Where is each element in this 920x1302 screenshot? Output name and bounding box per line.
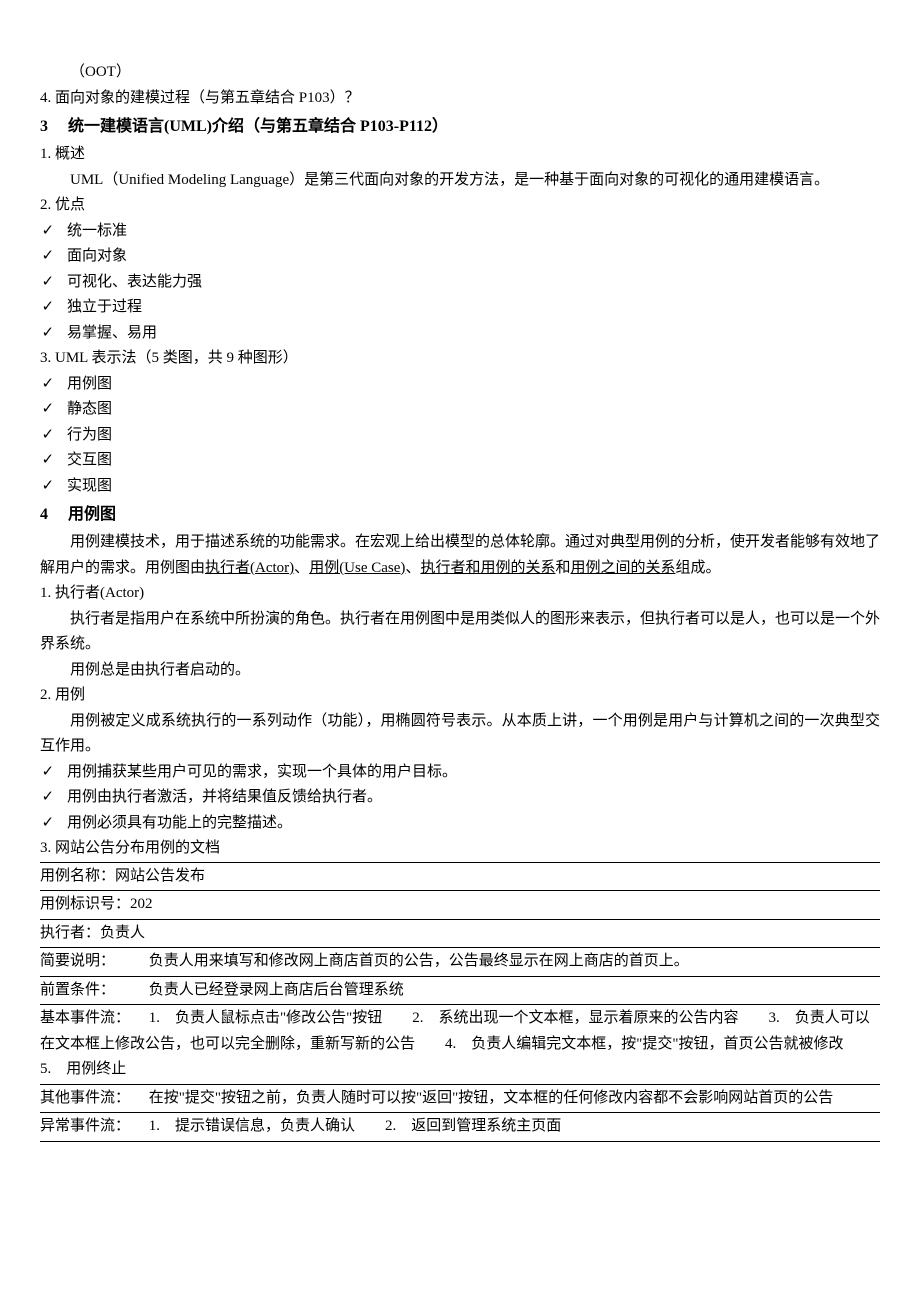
usecase-row-exception: 异常事件流： 1. 提示错误信息，负责人确认 2. 返回到管理系统主页面	[40, 1113, 880, 1142]
section3-heading-text: 统一建模语言(UML)介绍（与第五章结合 P103-P112）	[68, 118, 448, 135]
section3-heading: 3 统一建模语言(UML)介绍（与第五章结合 P103-P112）	[40, 113, 880, 140]
list-item: 实现图	[40, 474, 880, 500]
underline-relation1: 执行者和用例的关系	[420, 560, 555, 576]
list-item: 可视化、表达能力强	[40, 270, 880, 296]
usecase-row-basic: 基本事件流： 1. 负责人鼠标点击"修改公告"按钮 2. 系统出现一个文本框，显…	[40, 1005, 880, 1085]
sec3-item2-label: 2. 优点	[40, 193, 880, 219]
list-item: 用例图	[40, 372, 880, 398]
row-exception-label: 异常事件流：	[40, 1114, 130, 1140]
usecase-row-desc: 简要说明： 负责人用来填写和修改网上商店首页的公告，公告最终显示在网上商店的首页…	[40, 948, 880, 977]
diagrams-list: 用例图 静态图 行为图 交互图 实现图	[40, 372, 880, 500]
sec4-item2-p1: 用例被定义成系统执行的一系列动作（功能），用椭圆符号表示。从本质上讲，一个用例是…	[40, 709, 880, 760]
sec4-intro: 用例建模技术，用于描述系统的功能需求。在宏观上给出模型的总体轮廓。通过对典型用例…	[40, 530, 880, 581]
top-item4: 4. 面向对象的建模过程（与第五章结合 P103）？	[40, 86, 880, 112]
usecase-row-actor: 执行者：负责人	[40, 920, 880, 949]
sec3-item1-para: UML（Unified Modeling Language）是第三代面向对象的开…	[40, 168, 880, 194]
section4-heading-num: 4	[40, 501, 64, 528]
list-item: 静态图	[40, 397, 880, 423]
list-item: 独立于过程	[40, 295, 880, 321]
row-desc-text: 负责人用来填写和修改网上商店首页的公告，公告最终显示在网上商店的首页上。	[149, 953, 689, 969]
usecase-row-other: 其他事件流： 在按"提交"按钮之前，负责人随时可以按"返回"按钮，文本框的任何修…	[40, 1085, 880, 1114]
top-oot: （OOT）	[40, 60, 880, 86]
usecase-points-list: 用例捕获某些用户可见的需求，实现一个具体的用户目标。 用例由执行者激活，并将结果…	[40, 760, 880, 837]
list-item: 交互图	[40, 448, 880, 474]
section4-heading-text: 用例图	[68, 506, 116, 523]
underline-usecase: 用例(Use Case)	[309, 560, 405, 576]
intro-post: 组成。	[675, 560, 720, 576]
section3-heading-num: 3	[40, 113, 64, 140]
sec4-item1-p2: 用例总是由执行者启动的。	[40, 658, 880, 684]
row-other-label: 其他事件流：	[40, 1086, 130, 1112]
list-item: 易掌握、易用	[40, 321, 880, 347]
row-basic-text: 1. 负责人鼠标点击"修改公告"按钮 2. 系统出现一个文本框，显示着原来的公告…	[40, 1010, 874, 1077]
sec4-item2-label: 2. 用例	[40, 683, 880, 709]
sec3-item3-label: 3. UML 表示法（5 类图，共 9 种图形）	[40, 346, 880, 372]
underline-relation2: 用例之间的关系	[570, 560, 675, 576]
list-item: 面向对象	[40, 244, 880, 270]
row-precond-text: 负责人已经登录网上商店后台管理系统	[149, 982, 404, 998]
usecase-row-id: 用例标识号：202	[40, 891, 880, 920]
sec4-item1-label: 1. 执行者(Actor)	[40, 581, 880, 607]
list-item: 用例捕获某些用户可见的需求，实现一个具体的用户目标。	[40, 760, 880, 786]
list-item: 用例必须具有功能上的完整描述。	[40, 811, 880, 837]
sec3-item1-label: 1. 概述	[40, 142, 880, 168]
row-other-text: 在按"提交"按钮之前，负责人随时可以按"返回"按钮，文本框的任何修改内容都不会影…	[149, 1090, 834, 1106]
usecase-row-precond: 前置条件： 负责人已经登录网上商店后台管理系统	[40, 977, 880, 1006]
list-item: 统一标准	[40, 219, 880, 245]
advantages-list: 统一标准 面向对象 可视化、表达能力强 独立于过程 易掌握、易用	[40, 219, 880, 347]
usecase-row-name: 用例名称：网站公告发布	[40, 862, 880, 892]
list-item: 行为图	[40, 423, 880, 449]
sec4-item3-label: 3. 网站公告分布用例的文档	[40, 836, 880, 862]
sec4-item1-p1: 执行者是指用户在系统中所扮演的角色。执行者在用例图中是用类似人的图形来表示，但执…	[40, 607, 880, 658]
list-item: 用例由执行者激活，并将结果值反馈给执行者。	[40, 785, 880, 811]
row-exception-text: 1. 提示错误信息，负责人确认 2. 返回到管理系统主页面	[149, 1118, 562, 1134]
row-basic-label: 基本事件流：	[40, 1006, 130, 1032]
section4-heading: 4 用例图	[40, 501, 880, 528]
row-desc-label: 简要说明：	[40, 949, 145, 975]
row-precond-label: 前置条件：	[40, 978, 145, 1004]
underline-actor: 执行者(Actor)	[205, 560, 294, 576]
